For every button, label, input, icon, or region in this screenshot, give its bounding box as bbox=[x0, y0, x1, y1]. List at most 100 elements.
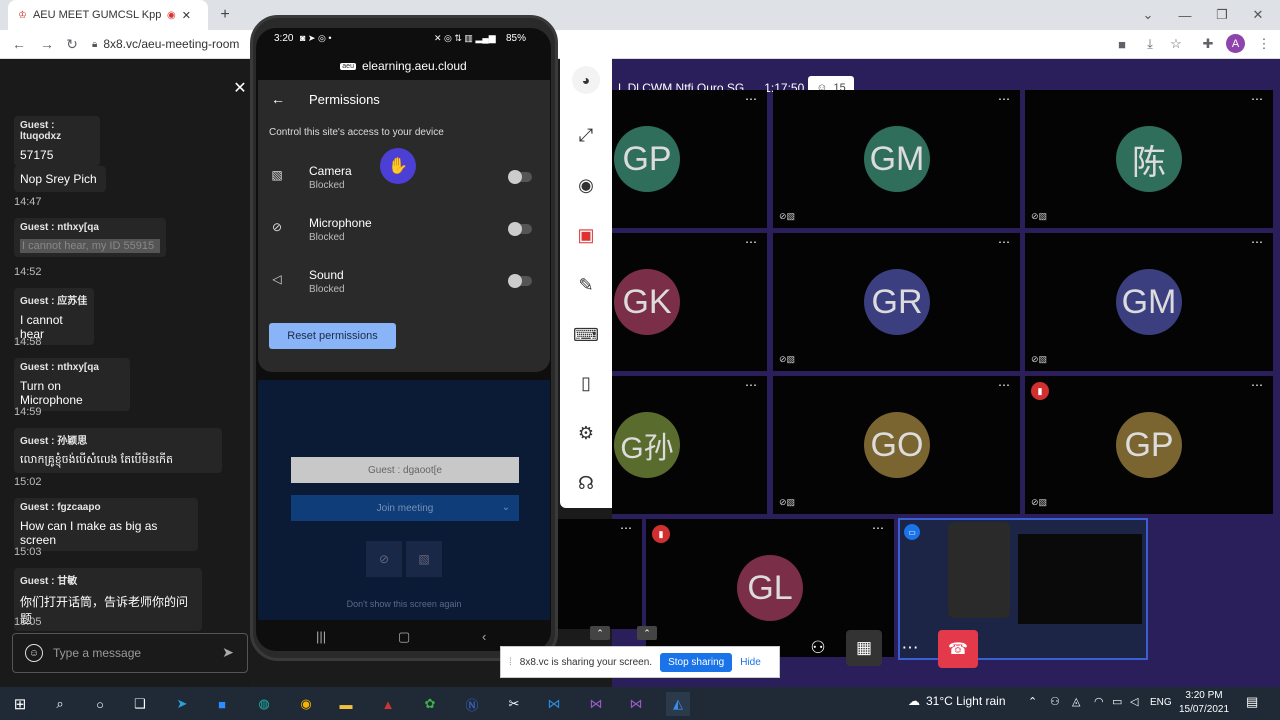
brush-icon[interactable]: ✎ bbox=[574, 273, 598, 297]
install-icon[interactable]: ⤓ bbox=[1140, 34, 1160, 54]
participant-tile[interactable]: GO ⋯ ⊘▧ bbox=[773, 376, 1020, 514]
reload-icon[interactable]: ↻ bbox=[63, 35, 81, 53]
windows-start-icon[interactable]: ⊞ bbox=[8, 692, 32, 716]
task-view-icon[interactable]: ❑ bbox=[128, 692, 152, 716]
emoji-icon[interactable]: ☺ bbox=[25, 644, 43, 662]
file-explorer-icon[interactable]: ▬ bbox=[334, 692, 358, 716]
tile-menu-icon[interactable]: ⋯ bbox=[745, 235, 757, 249]
more-options-icon[interactable]: ⋯ bbox=[892, 630, 928, 666]
participants-icon[interactable]: ⚇ bbox=[800, 630, 836, 666]
camera-toggle[interactable] bbox=[508, 170, 532, 184]
browser-tab[interactable]: ♔ AEU MEET GUMCSL Kppb N ◉ ✕ bbox=[8, 0, 208, 30]
send-icon[interactable]: ➤ bbox=[220, 644, 236, 660]
participant-tile[interactable]: ⋯ bbox=[558, 519, 642, 629]
profile-avatar[interactable]: A bbox=[1226, 34, 1245, 53]
tile-menu-icon[interactable]: ⋯ bbox=[620, 521, 632, 535]
telegram-icon[interactable]: ➤ bbox=[170, 692, 194, 716]
tray-chevron-icon[interactable]: ⌃ bbox=[1028, 695, 1037, 708]
battery-icon[interactable]: ▭ bbox=[1112, 695, 1122, 708]
visual-studio-icon[interactable]: ⋈ bbox=[624, 692, 648, 716]
record-icon[interactable]: ▣ bbox=[574, 223, 598, 247]
app-icon[interactable]: ▲ bbox=[376, 692, 400, 716]
permission-microphone[interactable]: ⊘ Microphone Blocked bbox=[258, 210, 550, 250]
fullscreen-icon[interactable]: ⤢ bbox=[574, 123, 598, 147]
dont-show-again-link[interactable]: Don't show this screen again bbox=[258, 599, 550, 609]
hide-notice-button[interactable]: Hide bbox=[740, 657, 761, 668]
network-icon[interactable]: ◬ bbox=[1072, 695, 1080, 708]
tile-menu-icon[interactable]: ⋯ bbox=[872, 521, 884, 535]
camera-off-icon[interactable]: ▧ bbox=[406, 541, 442, 577]
screen-share-preview-tile[interactable]: ▭ bbox=[898, 518, 1148, 660]
cortana-icon[interactable]: ○ bbox=[88, 692, 112, 716]
language-indicator[interactable]: ENG bbox=[1150, 697, 1172, 708]
participant-tile[interactable]: G孙 ⋯ bbox=[612, 376, 767, 514]
search-icon[interactable]: ⌕ bbox=[48, 692, 72, 716]
participant-tile[interactable]: 陈 ⋯ ⊘▧ bbox=[1025, 90, 1273, 228]
home-icon[interactable]: ▢ bbox=[398, 629, 410, 645]
tile-menu-icon[interactable]: ⋯ bbox=[1251, 378, 1263, 392]
chrome-icon[interactable]: ◉ bbox=[294, 692, 318, 716]
keyboard-icon[interactable]: ⌨ bbox=[573, 323, 599, 347]
new-tab-icon[interactable]: + bbox=[216, 6, 234, 24]
tile-menu-icon[interactable]: ⋯ bbox=[1251, 92, 1263, 106]
chevron-up-icon[interactable]: ⌃ bbox=[590, 626, 610, 640]
permission-sound[interactable]: ◁ Sound Blocked bbox=[258, 262, 550, 302]
close-window-icon[interactable]: ✕ bbox=[1248, 5, 1268, 25]
maximize-icon[interactable]: ❐ bbox=[1212, 5, 1232, 25]
taskbar-clock[interactable]: 3:20 PM 15/07/2021 bbox=[1176, 689, 1232, 717]
tile-menu-icon[interactable]: ⋯ bbox=[998, 92, 1010, 106]
forward-icon[interactable]: → bbox=[38, 35, 56, 53]
participant-tile[interactable]: GM ⋯ ⊘▧ bbox=[1025, 233, 1273, 371]
bookmark-star-icon[interactable]: ☆ bbox=[1166, 34, 1186, 54]
tab-close-icon[interactable]: ✕ bbox=[182, 9, 191, 22]
edge-icon[interactable]: ◍ bbox=[252, 692, 276, 716]
address-bar[interactable]: 🔒︎ 8x8.vc/aeu-meeting-room bbox=[92, 33, 252, 55]
tile-view-icon[interactable]: ▦ bbox=[846, 630, 882, 666]
tile-menu-icon[interactable]: ⋯ bbox=[1251, 235, 1263, 249]
app-n-icon[interactable]: Ⓝ bbox=[460, 692, 484, 716]
chevron-up-icon[interactable]: ⌃ bbox=[637, 626, 657, 640]
back-nav-icon[interactable]: ‹ bbox=[482, 629, 486, 644]
tab-search-icon[interactable]: ⌄ bbox=[1138, 5, 1158, 25]
drag-handle-icon[interactable]: ⁞ bbox=[509, 657, 512, 668]
people-icon[interactable]: ⚇ bbox=[1050, 695, 1060, 708]
reset-permissions-button[interactable]: Reset permissions bbox=[269, 323, 396, 349]
chat-message-input[interactable]: ☺ Type a message bbox=[12, 633, 248, 673]
participant-tile[interactable]: ▮ GP ⋯ ⊘▧ bbox=[1025, 376, 1273, 514]
chevron-down-icon[interactable]: ⌄ bbox=[500, 501, 512, 513]
volume-icon[interactable]: ◁ bbox=[1130, 695, 1138, 708]
zoom-icon[interactable]: ■ bbox=[210, 692, 234, 716]
screenshot-icon[interactable]: ◉ bbox=[574, 173, 598, 197]
tile-menu-icon[interactable]: ⋯ bbox=[998, 378, 1010, 392]
join-meeting-button[interactable]: Join meeting bbox=[291, 495, 519, 521]
back-arrow-icon[interactable]: ← bbox=[270, 91, 286, 107]
camera-indicator-icon[interactable]: ■ bbox=[1112, 34, 1132, 54]
participant-tile[interactable]: GR ⋯ ⊘▧ bbox=[773, 233, 1020, 371]
chat-close-icon[interactable]: ✕ bbox=[232, 80, 248, 97]
participant-tile[interactable]: GM ⋯ ⊘▧ bbox=[773, 90, 1020, 228]
snipping-tool-icon[interactable]: ✂ bbox=[502, 692, 526, 716]
globe-app-icon[interactable]: ✿ bbox=[418, 692, 442, 716]
minimize-icon[interactable]: — bbox=[1175, 5, 1195, 25]
mascot-icon[interactable]: ◕ bbox=[572, 66, 600, 94]
microphone-toggle[interactable] bbox=[508, 222, 532, 236]
back-icon[interactable]: ← bbox=[10, 35, 28, 53]
notifications-icon[interactable]: ▤ bbox=[1246, 694, 1258, 710]
vscode-icon[interactable]: ⋈ bbox=[542, 692, 566, 716]
phone-rotate-icon[interactable]: ▯ bbox=[574, 371, 598, 395]
tile-menu-icon[interactable]: ⋯ bbox=[745, 378, 757, 392]
guest-name-field[interactable]: Guest : dgaoot[e bbox=[291, 457, 519, 483]
participant-tile[interactable]: GK ⋯ ⊘▧ bbox=[612, 233, 794, 371]
sound-toggle[interactable] bbox=[508, 274, 532, 288]
headset-icon[interactable]: ☊ bbox=[574, 471, 598, 495]
participant-tile[interactable]: GP ⋯ bbox=[612, 90, 767, 228]
weather-widget[interactable]: ☁ 31°C Light rain bbox=[908, 694, 1006, 708]
wifi-icon[interactable]: ◠ bbox=[1094, 695, 1104, 708]
visual-studio-icon[interactable]: ⋈ bbox=[584, 692, 608, 716]
settings-gear-icon[interactable]: ⚙ bbox=[574, 421, 598, 445]
recents-icon[interactable]: ||| bbox=[316, 629, 326, 644]
tile-menu-icon[interactable]: ⋯ bbox=[998, 235, 1010, 249]
hangup-button[interactable]: ☎ bbox=[938, 630, 978, 668]
stop-sharing-button[interactable]: Stop sharing bbox=[660, 652, 733, 672]
extensions-icon[interactable]: ✚ bbox=[1198, 34, 1218, 54]
